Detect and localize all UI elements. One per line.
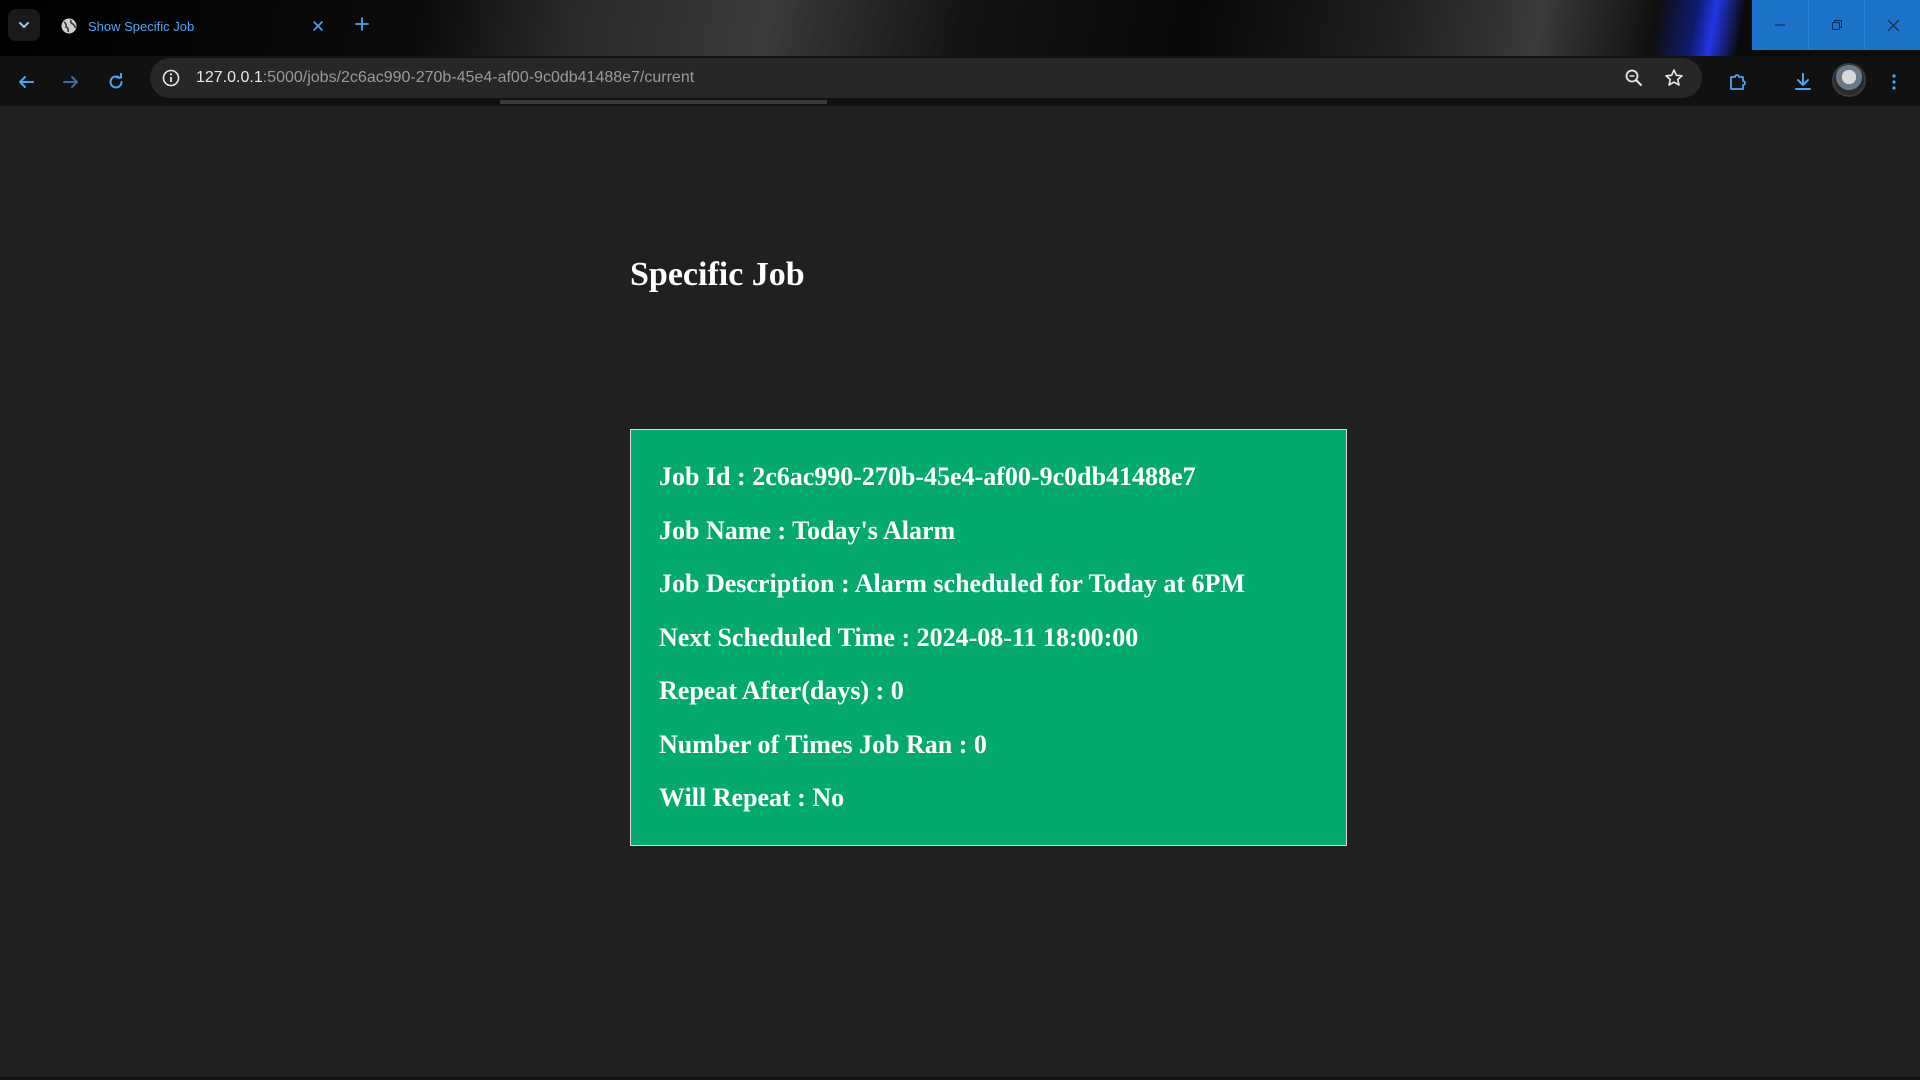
- reload-icon: [109, 73, 123, 89]
- url-path: :5000/jobs/2c6ac990-270b-45e4-af00-9c0db…: [262, 69, 695, 86]
- minimize-icon: [1775, 24, 1785, 26]
- minimize-button[interactable]: [1752, 0, 1808, 50]
- close-icon: [1887, 19, 1899, 31]
- browser-toolbar: 127.0.0.1:5000/jobs/2c6ac990-270b-45e4-a…: [0, 56, 1920, 106]
- globe-icon: [60, 17, 78, 35]
- job-times-ran: Number of Times Job Ran : 0: [659, 729, 987, 759]
- restore-button[interactable]: [1808, 0, 1865, 50]
- tab-list-button[interactable]: [8, 9, 40, 41]
- job-description: Job Description : Alarm scheduled for To…: [659, 569, 1245, 598]
- job-name: Job Name : Today's Alarm: [659, 515, 956, 545]
- tab-title: Show Specific Job: [88, 18, 195, 34]
- downloads-button[interactable]: [1787, 66, 1819, 98]
- loading-progress-bar: [500, 100, 827, 104]
- url-text: 127.0.0.1:5000/jobs/2c6ac990-270b-45e4-a…: [196, 69, 694, 87]
- reload-button[interactable]: [100, 66, 132, 98]
- new-tab-button[interactable]: [350, 12, 374, 36]
- browser-title-bar: Show Specific Job: [0, 0, 1920, 56]
- browser-tab[interactable]: Show Specific Job: [46, 6, 338, 46]
- close-icon: [313, 21, 323, 31]
- job-details-card: Job Id : 2c6ac990-270b-45e4-af00-9c0db41…: [630, 429, 1347, 846]
- plus-icon: [355, 17, 369, 31]
- info-icon: [162, 69, 180, 87]
- star-icon: [1665, 69, 1683, 86]
- back-button[interactable]: [10, 66, 42, 98]
- puzzle-icon: [1730, 74, 1746, 90]
- arrow-left-icon: [19, 76, 34, 88]
- bookmark-button[interactable]: [1662, 66, 1686, 90]
- tab-close-button[interactable]: [308, 16, 328, 36]
- job-id: Job Id : 2c6ac990-270b-45e4-af00-9c0db41…: [659, 462, 1196, 491]
- url-host: 127.0.0.1: [196, 69, 263, 86]
- zoom-button[interactable]: [1622, 66, 1646, 90]
- browser-menu-button[interactable]: [1878, 66, 1910, 98]
- site-info-button[interactable]: [160, 67, 182, 89]
- download-icon: [1795, 73, 1811, 90]
- forward-button[interactable]: [55, 66, 87, 98]
- job-next-scheduled-time: Next Scheduled Time : 2024-08-11 18:00:0…: [659, 622, 1139, 652]
- arrow-right-icon: [63, 76, 78, 88]
- job-will-repeat: Will Repeat : No: [659, 783, 845, 812]
- zoom-icon: [1625, 69, 1642, 86]
- profile-avatar[interactable]: [1832, 63, 1866, 97]
- job-repeat-after: Repeat After(days) : 0: [659, 676, 904, 705]
- page-title: Specific Job: [630, 256, 805, 293]
- chevron-down-icon: [19, 22, 29, 28]
- extensions-button[interactable]: [1722, 66, 1754, 98]
- restore-icon: [1832, 20, 1842, 30]
- kebab-menu-icon: [1892, 74, 1896, 90]
- close-window-button[interactable]: [1864, 0, 1920, 50]
- address-bar[interactable]: 127.0.0.1:5000/jobs/2c6ac990-270b-45e4-a…: [150, 58, 1702, 98]
